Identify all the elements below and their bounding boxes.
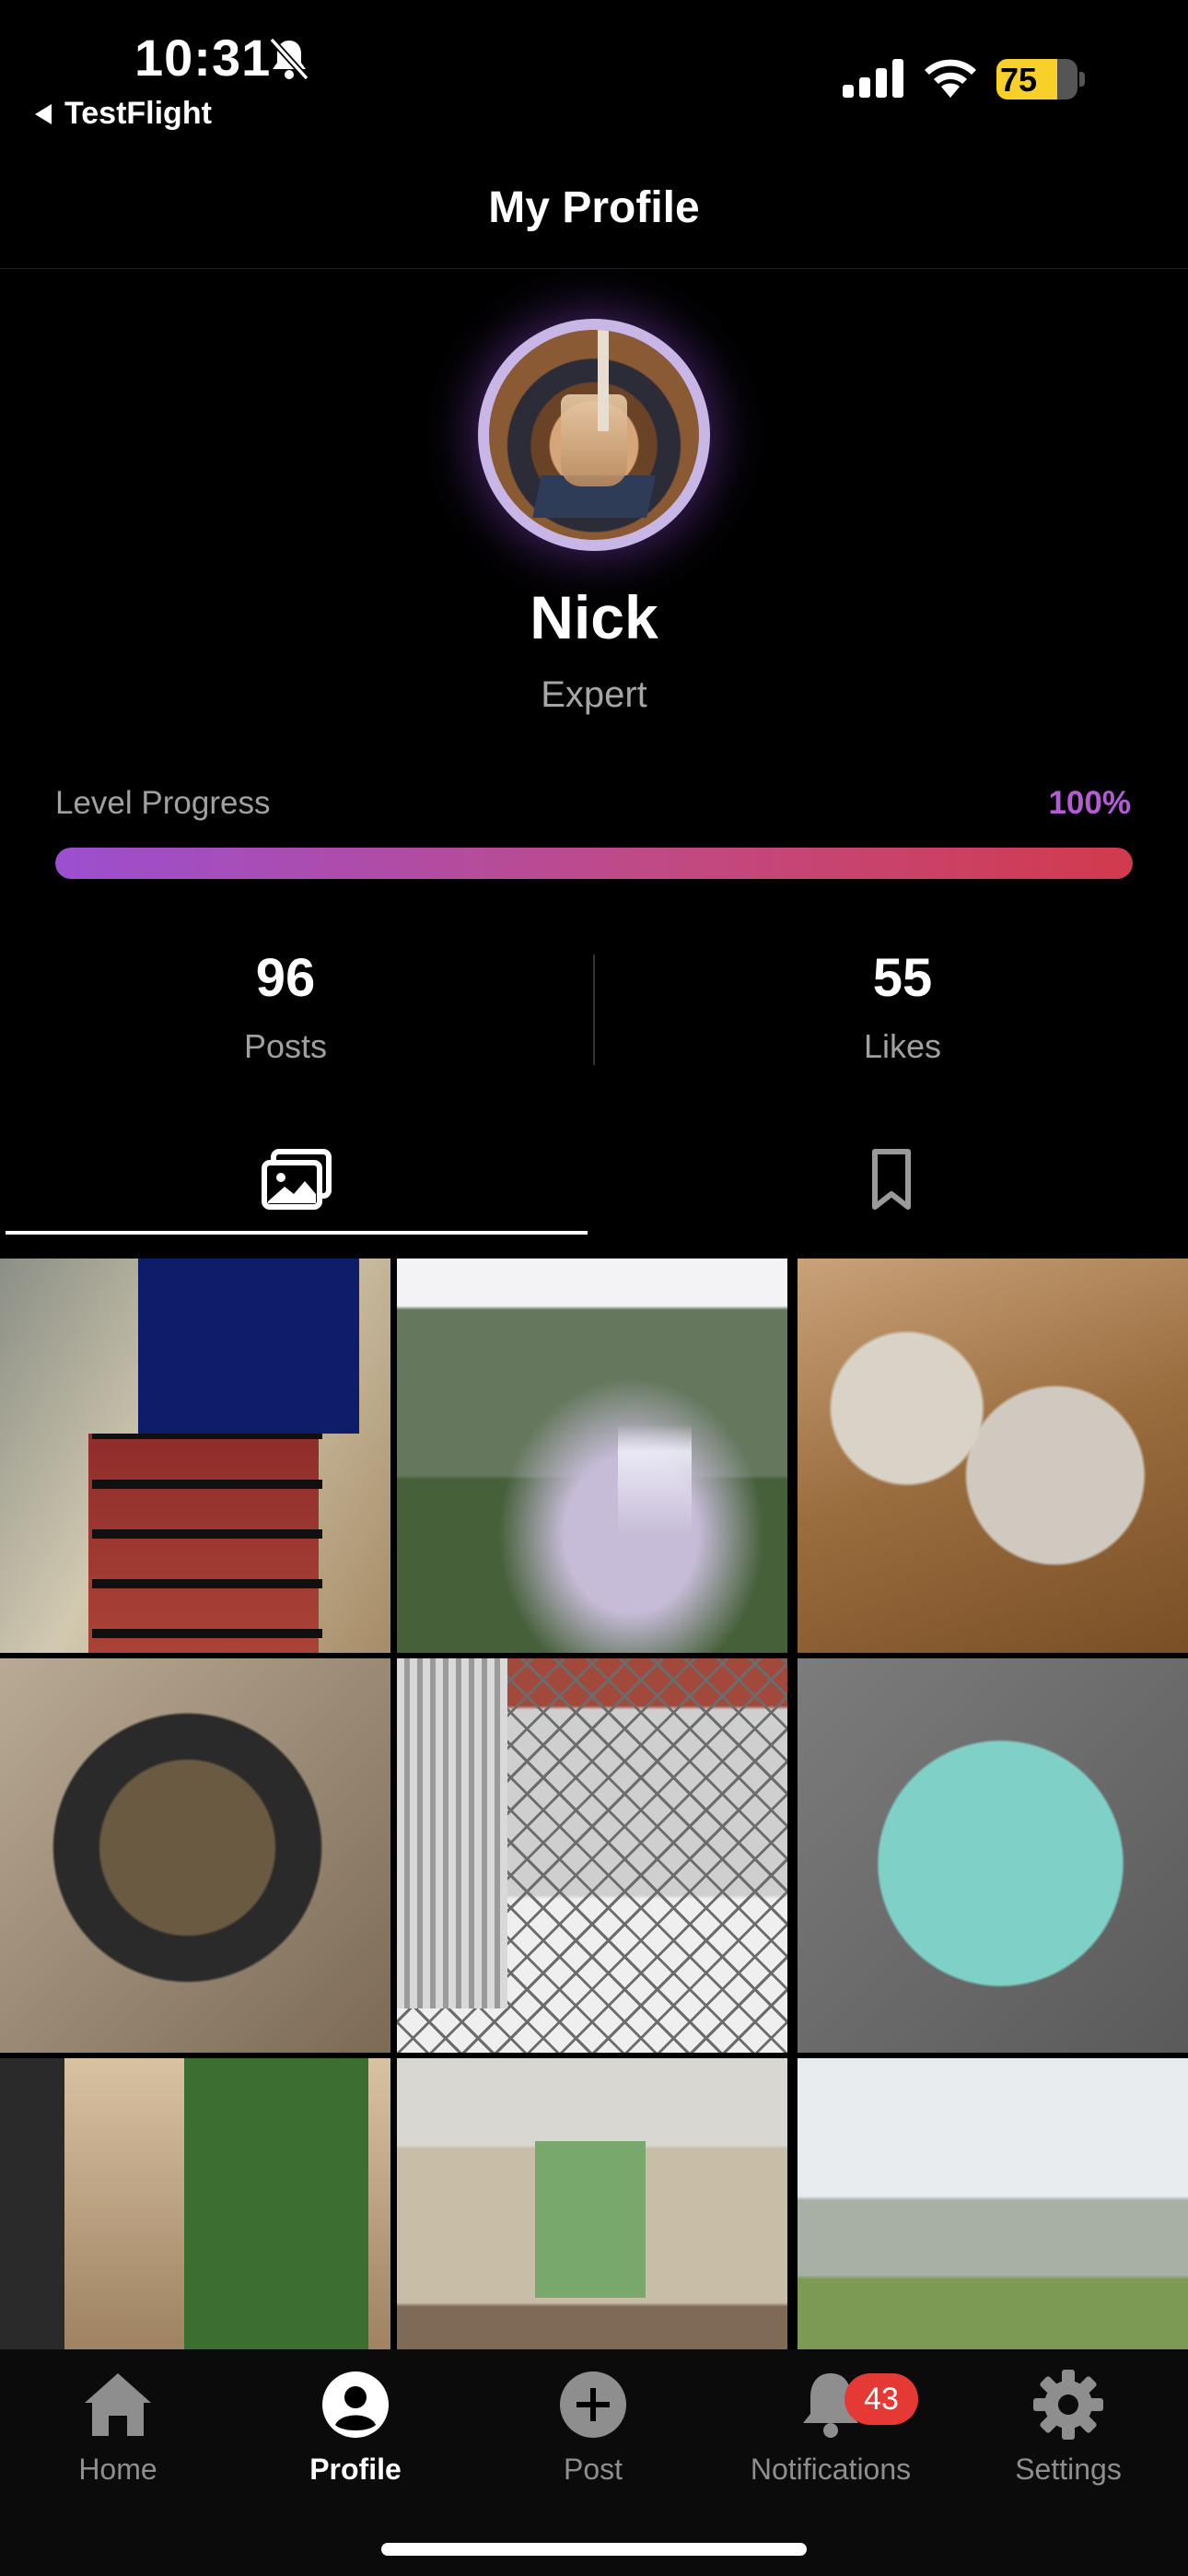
tab-photos[interactable] xyxy=(6,1126,588,1233)
plus-circle-icon xyxy=(560,2371,626,2438)
battery-charging-icon: 75 xyxy=(996,59,1085,100)
profile-icon xyxy=(322,2371,389,2438)
cellular-signal-icon xyxy=(843,59,903,98)
likes-count: 55 xyxy=(872,948,933,1008)
status-time: 10:31 xyxy=(134,29,272,87)
nav-profile-label: Profile xyxy=(309,2453,402,2486)
nav-post-label: Post xyxy=(563,2453,623,2486)
nav-notifications[interactable]: 43 Notifications xyxy=(725,2366,937,2487)
posts-count: 96 xyxy=(255,948,316,1008)
nav-notifications-label: Notifications xyxy=(750,2453,912,2486)
level-progress-label: Level Progress xyxy=(55,785,271,821)
home-indicator[interactable] xyxy=(381,2543,807,2556)
wifi-icon xyxy=(925,59,976,98)
avatar-photo xyxy=(489,330,699,540)
photo-grass-flower[interactable] xyxy=(798,2058,1188,2349)
battery-percent: 75 xyxy=(1000,61,1038,99)
photo-chocolate-box[interactable] xyxy=(0,1259,390,1653)
photo-food-platter[interactable] xyxy=(798,1658,1188,2053)
nav-settings-label: Settings xyxy=(1015,2453,1122,2486)
photo-waterfall[interactable] xyxy=(397,1259,787,1653)
photos-icon xyxy=(262,1149,332,1210)
profile-title: Expert xyxy=(541,674,647,715)
back-to-testflight-button[interactable]: TestFlight xyxy=(35,96,212,132)
bell-slash-icon xyxy=(269,37,309,81)
gear-icon xyxy=(1033,2370,1103,2440)
nav-settings[interactable]: Settings xyxy=(962,2366,1174,2487)
posts-label: Posts xyxy=(243,1027,328,1065)
back-app-label: TestFlight xyxy=(64,96,212,131)
nav-profile[interactable]: Profile xyxy=(250,2366,461,2487)
photo-grid xyxy=(0,1259,1188,2349)
stats-divider xyxy=(593,954,595,1065)
level-progress-bar xyxy=(55,848,1133,879)
likes-label: Likes xyxy=(863,1027,942,1065)
avatar[interactable] xyxy=(478,319,710,551)
home-icon xyxy=(85,2373,151,2436)
photo-cafe-interior[interactable] xyxy=(0,2058,390,2349)
profile-name: Nick xyxy=(530,583,658,651)
page-title: My Profile xyxy=(488,183,700,232)
status-bar: 10:31 TestFlight 75 xyxy=(0,0,1188,138)
photo-balcony-railing[interactable] xyxy=(397,1658,787,2053)
notifications-badge: 43 xyxy=(844,2373,918,2425)
photo-cafe-room[interactable] xyxy=(397,2058,787,2349)
level-progress-percent: 100% xyxy=(1048,785,1131,821)
nav-post[interactable]: Post xyxy=(487,2366,699,2487)
active-tab-indicator xyxy=(6,1231,588,1235)
bookmark-icon xyxy=(872,1149,911,1210)
nav-header: My Profile xyxy=(0,166,1188,269)
posts-stat[interactable]: 96 Posts xyxy=(101,947,470,1066)
nav-home[interactable]: Home xyxy=(12,2366,224,2487)
tab-saved[interactable] xyxy=(600,1126,1182,1233)
photo-ceramic-jars[interactable] xyxy=(798,1259,1188,1653)
likes-stat[interactable]: 55 Likes xyxy=(718,947,1087,1066)
level-progress-fill xyxy=(55,848,1133,879)
photo-hotpot[interactable] xyxy=(0,1658,390,2053)
back-triangle-icon xyxy=(35,103,52,124)
nav-home-label: Home xyxy=(78,2453,157,2486)
